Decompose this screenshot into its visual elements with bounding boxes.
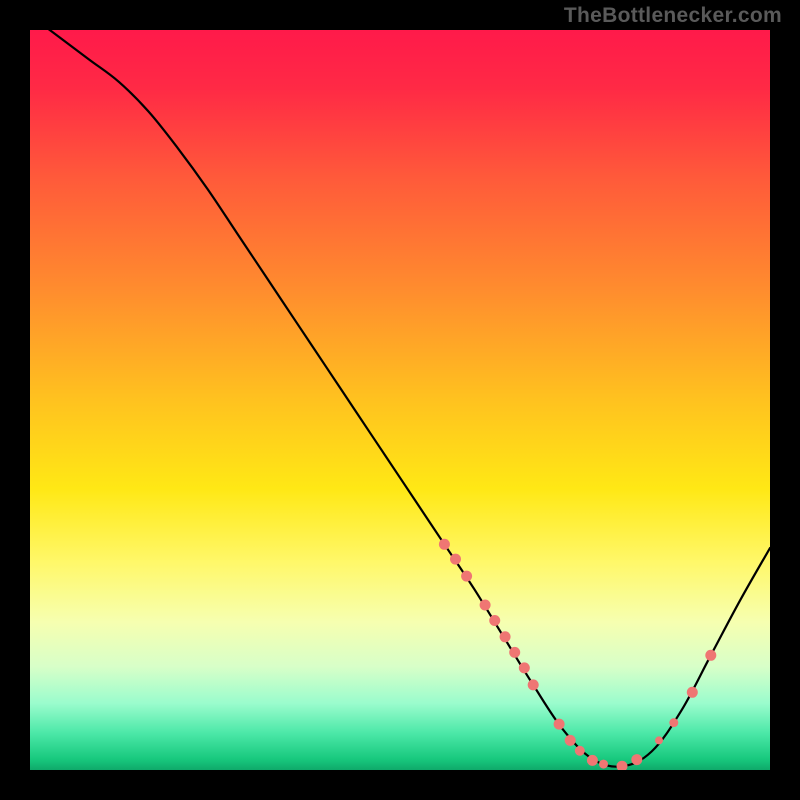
- data-marker: [439, 539, 450, 550]
- data-marker: [500, 631, 511, 642]
- plot-svg: [30, 30, 770, 770]
- data-marker: [565, 735, 576, 746]
- data-marker: [669, 718, 678, 727]
- data-marker: [705, 650, 716, 661]
- plot-area: [30, 30, 770, 770]
- data-marker: [489, 615, 500, 626]
- data-marker: [554, 719, 565, 730]
- data-marker: [461, 571, 472, 582]
- data-marker: [599, 760, 608, 769]
- data-marker: [587, 755, 598, 766]
- data-marker: [655, 736, 663, 744]
- gradient-background: [30, 30, 770, 770]
- data-marker: [528, 679, 539, 690]
- data-marker: [450, 554, 461, 565]
- data-marker: [631, 754, 642, 765]
- data-marker: [480, 599, 491, 610]
- data-marker: [687, 687, 698, 698]
- data-marker: [519, 662, 530, 673]
- data-marker: [575, 746, 585, 756]
- data-marker: [509, 647, 520, 658]
- watermark-text: TheBottlenecker.com: [564, 4, 782, 28]
